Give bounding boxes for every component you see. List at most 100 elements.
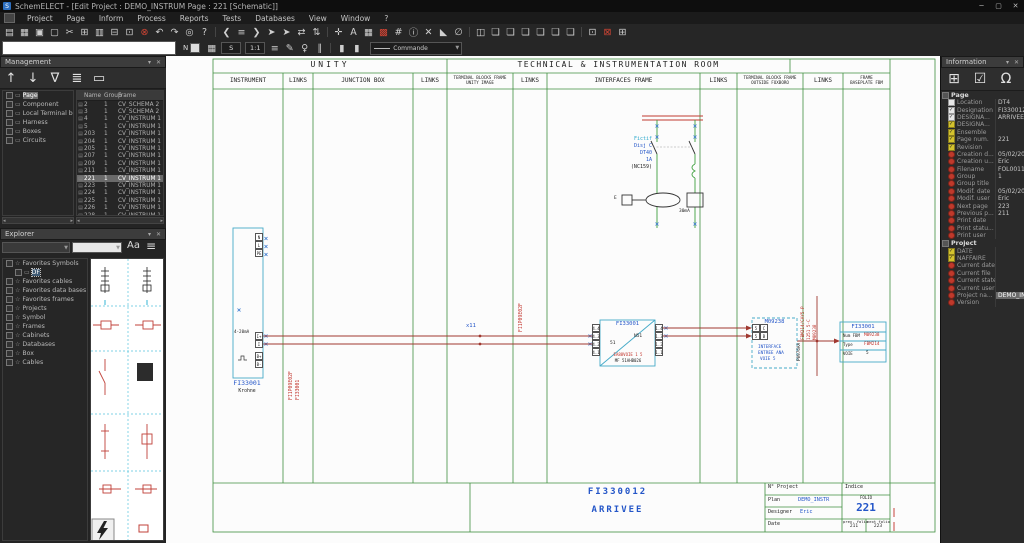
page-row[interactable]: ▤ 3 1 CV_SCHEMA 2	[77, 108, 163, 115]
n-toggle[interactable]	[190, 43, 200, 53]
selection-icon[interactable]: ▢	[47, 25, 62, 39]
info-row[interactable]: Current file	[941, 270, 1024, 277]
expand-icon[interactable]	[6, 128, 13, 135]
menu-item[interactable]: Process	[130, 14, 172, 23]
expand-icon[interactable]	[6, 110, 13, 117]
add-icon[interactable]: ⊞	[941, 70, 967, 88]
expand-icon[interactable]	[6, 287, 13, 294]
info-row[interactable]: Current date	[941, 262, 1024, 269]
close-button[interactable]: ✕	[1007, 2, 1024, 10]
pencil-icon[interactable]: ✎	[282, 41, 297, 55]
table-icon[interactable]: ▦	[361, 25, 376, 39]
management-tree-item[interactable]: ▭ Local Terminal block Cables	[3, 109, 73, 118]
panel-icon[interactable]: ◫	[473, 25, 488, 39]
explorer-tree-item[interactable]: ☆ Box	[3, 349, 87, 358]
instrument-top-terminals[interactable]: NLPE	[255, 233, 263, 257]
info-row[interactable]: Group 1	[941, 173, 1024, 180]
info-row[interactable]: Project na... DEMO_INSTR	[941, 292, 1024, 299]
bubble4-icon[interactable]: ❏	[533, 25, 548, 39]
move-up-icon[interactable]: ↑	[0, 69, 22, 87]
cursor-icon[interactable]: ➤	[264, 25, 279, 39]
instrument-tag[interactable]: FI33001	[224, 380, 270, 387]
command-input[interactable]	[2, 41, 176, 55]
page-row[interactable]: ▤ 225 1 CV_INSTRUM 1	[77, 197, 163, 204]
explorer-tree-item[interactable]: ☆ Cabinets	[3, 331, 87, 340]
expand-icon[interactable]	[6, 323, 13, 330]
wire-vertical-icon[interactable]: ▮	[334, 41, 349, 55]
info-section-header[interactable]: Project	[941, 239, 1024, 247]
folder-icon[interactable]: ▭	[88, 69, 110, 87]
management-tree-item[interactable]: ▭ Component	[3, 100, 73, 109]
bubble5-icon[interactable]: ❏	[548, 25, 563, 39]
explorer-filter-combo[interactable]: ▼	[2, 242, 70, 253]
check-icon[interactable]: ☑	[967, 70, 993, 88]
menu-item[interactable]: Page	[60, 14, 92, 23]
info-row[interactable]: Creation d... 05/02/2015	[941, 151, 1024, 158]
wire-node-icon[interactable]: ▮	[349, 41, 364, 55]
close-icon[interactable]: ✕	[1012, 59, 1021, 66]
save-icon[interactable]: ▣	[32, 25, 47, 39]
lightning-symbol-cell[interactable]	[92, 519, 114, 541]
menu-item[interactable]: ?	[377, 14, 395, 23]
expand-icon[interactable]	[6, 137, 13, 144]
menu-item[interactable]: Reports	[173, 14, 216, 23]
menu-item[interactable]: Databases	[248, 14, 302, 23]
expand-icon[interactable]	[6, 314, 13, 321]
explorer-tree-item[interactable]: ▭ DF	[3, 268, 87, 277]
management-tree-item[interactable]: ▭ Boxes	[3, 127, 73, 136]
pin-icon[interactable]: ♀	[297, 41, 312, 55]
menu-item[interactable]: Inform	[92, 14, 130, 23]
page-row[interactable]: ▤ 207 1 CV_INSTRUM 1	[77, 153, 163, 160]
info-row[interactable]: Location DT4	[941, 99, 1024, 106]
explorer-tree-item[interactable]: ☆ Favorites data bases	[3, 286, 87, 295]
close-icon[interactable]: ✕	[154, 59, 163, 66]
info-row[interactable]: DESIGNA...	[941, 121, 1024, 128]
page-row[interactable]: ▤ 5 1 CV_INSTRUM 1	[77, 123, 163, 130]
explorer-tree-item[interactable]: ☆ Favorites frames	[3, 295, 87, 304]
bubble1-icon[interactable]: ❏	[488, 25, 503, 39]
expand-icon[interactable]	[6, 119, 13, 126]
page-row[interactable]: ▤ 203 1 CV_INSTRUM 1	[77, 131, 163, 138]
menu-item[interactable]: Tests	[216, 14, 249, 23]
paste-icon[interactable]: ▥	[92, 25, 107, 39]
open-icon[interactable]: ▦	[17, 25, 32, 39]
page-row[interactable]: ▤ 211 1 CV_INSTRUM 1	[77, 168, 163, 175]
cut-icon[interactable]: ✂	[62, 25, 77, 39]
redo-icon[interactable]: ↷	[167, 25, 182, 39]
info-row[interactable]: NAFFAIRE	[941, 255, 1024, 262]
explorer-tree-item[interactable]: ☆ Symbol	[3, 313, 87, 322]
table-header[interactable]: Name Group Frame	[77, 91, 163, 101]
info-row[interactable]: Print user	[941, 232, 1024, 239]
help-icon[interactable]: ?	[197, 25, 212, 39]
interface-left-terminals[interactable]: 4.44.34.24.1	[592, 324, 600, 356]
palette-icon[interactable]: ▩	[376, 25, 391, 39]
menu-item[interactable]: View	[302, 14, 334, 23]
info-row[interactable]: Print date	[941, 217, 1024, 224]
expand-icon[interactable]	[6, 359, 13, 366]
info-icon[interactable]: ⓘ	[406, 25, 421, 39]
mirror-h-icon[interactable]: ⇄	[294, 25, 309, 39]
target-icon[interactable]: ◎	[182, 25, 197, 39]
move-down-icon[interactable]: ↓	[22, 69, 44, 87]
info-row[interactable]: Current user	[941, 284, 1024, 291]
cancel-icon[interactable]: ⊗	[137, 25, 152, 39]
io-terminal-row-2[interactable]: 5B	[752, 332, 768, 340]
info-row[interactable]: Designation FI330012	[941, 106, 1024, 113]
info-row[interactable]: Creation u... Eric	[941, 158, 1024, 165]
table-hscrollbar[interactable]: ◂▸	[76, 217, 164, 224]
frame2-icon[interactable]: ⊠	[600, 25, 615, 39]
undo-icon[interactable]: ↶	[152, 25, 167, 39]
corner-icon[interactable]: ◣	[436, 25, 451, 39]
explorer-tree-item[interactable]: ☆ Frames	[3, 322, 87, 331]
info-row[interactable]: Next page 223	[941, 202, 1024, 209]
expand-icon[interactable]	[6, 296, 13, 303]
copy-icon[interactable]: ⊞	[77, 25, 92, 39]
instrument-out-terminals[interactable]: I+I	[255, 332, 263, 348]
expand-icon[interactable]	[6, 341, 13, 348]
expand-icon[interactable]	[6, 260, 13, 267]
info-row[interactable]: Revision	[941, 143, 1024, 150]
frame3-icon[interactable]: ⊞	[615, 25, 630, 39]
hamburger-icon[interactable]: ≡	[146, 239, 156, 253]
page-list-icon[interactable]: ≡	[234, 25, 249, 39]
management-tree-item[interactable]: ▭ Circuits	[3, 136, 73, 145]
